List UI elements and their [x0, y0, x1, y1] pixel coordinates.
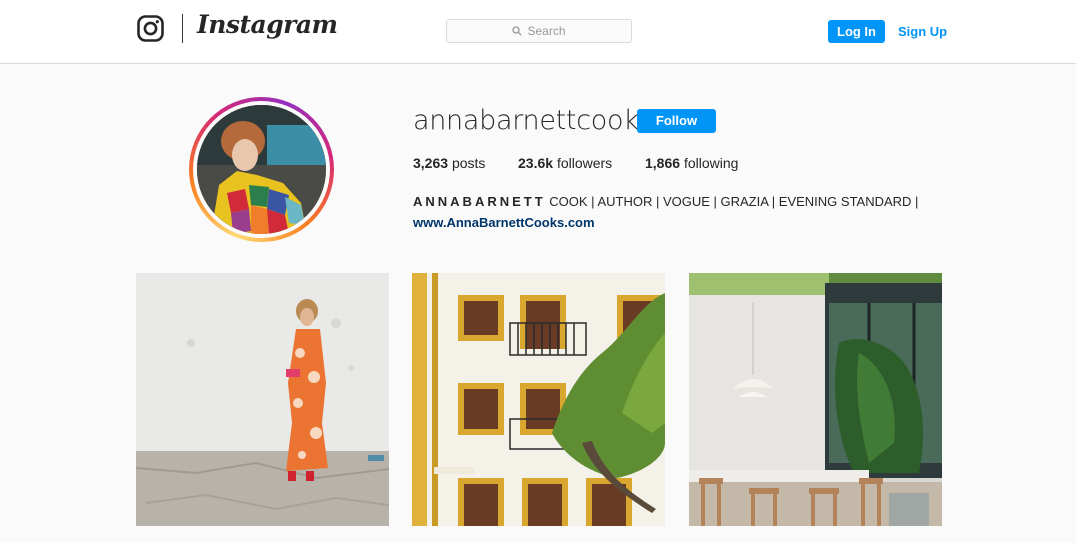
avatar — [197, 105, 326, 234]
post-image-woman-orange-dress — [136, 273, 389, 526]
following-count: 1,866 — [645, 155, 681, 171]
post-thumbnail[interactable] — [689, 273, 942, 526]
follow-button[interactable]: Follow — [637, 109, 716, 133]
top-nav: Instagram Search Log In Sign Up — [0, 0, 1076, 64]
search-icon — [512, 26, 523, 36]
search-placeholder: Search — [527, 24, 566, 38]
signup-link[interactable]: Sign Up — [898, 20, 947, 43]
bio-text: COOK | AUTHOR | VOGUE | GRAZIA | EVENING… — [545, 194, 919, 209]
post-image-white-building — [412, 273, 665, 526]
avatar-story-ring[interactable] — [189, 97, 334, 242]
login-button[interactable]: Log In — [828, 20, 885, 43]
profile-photo-icon — [197, 105, 326, 234]
profile-bio: ANNABARNETT COOK | AUTHOR | VOGUE | GRAZ… — [413, 191, 953, 233]
followers-count: 23.6k — [518, 155, 554, 171]
nav-divider — [182, 14, 183, 43]
bio-name: ANNABARNETT — [413, 194, 546, 209]
bio-website-link[interactable]: www.AnnaBarnettCooks.com — [413, 212, 953, 233]
posts-stat: 3,263 posts — [413, 155, 485, 171]
instagram-wordmark[interactable]: Instagram — [197, 10, 338, 39]
followers-stat[interactable]: 23.6k followers — [518, 155, 612, 171]
post-thumbnail[interactable] — [136, 273, 389, 526]
post-thumbnail[interactable] — [412, 273, 665, 526]
posts-label: posts — [451, 155, 486, 171]
followers-label: followers — [556, 155, 613, 171]
posts-count: 3,263 — [413, 155, 449, 171]
avatar-ring-gap — [193, 101, 330, 238]
search-input[interactable]: Search — [446, 19, 632, 43]
instagram-camera-icon[interactable] — [137, 15, 164, 42]
profile-username: annabarnettcooks — [413, 105, 653, 136]
following-stat[interactable]: 1,866 following — [645, 155, 738, 171]
post-image-dining-room — [689, 273, 942, 526]
following-label: following — [683, 155, 739, 171]
